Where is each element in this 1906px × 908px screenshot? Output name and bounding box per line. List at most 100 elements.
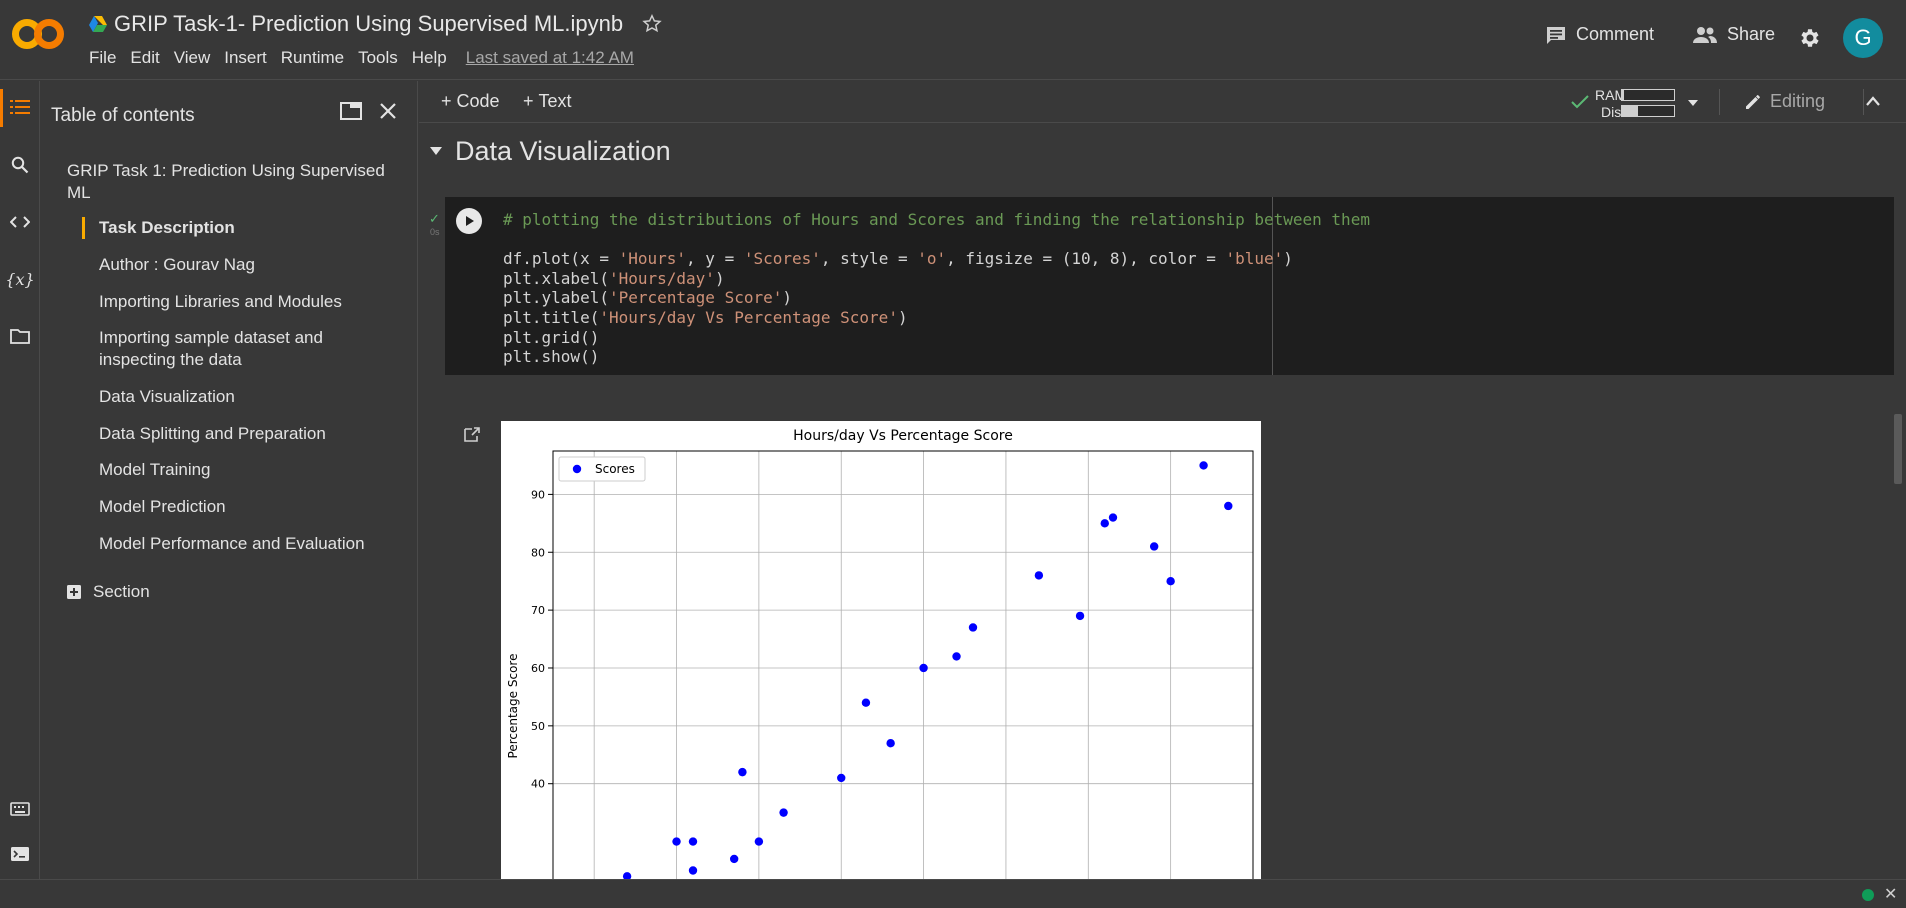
- pencil-icon: [1744, 93, 1762, 111]
- connection-status-dot: [1862, 889, 1874, 901]
- toolbar-divider: [1719, 89, 1720, 115]
- open-in-tab-icon[interactable]: [338, 98, 364, 124]
- add-section-button[interactable]: Section: [67, 581, 150, 603]
- toc-item-data-splitting[interactable]: Data Splitting and Preparation: [99, 423, 399, 445]
- chevron-down-icon[interactable]: [1687, 99, 1699, 107]
- plus-icon: +: [523, 91, 534, 111]
- toc-active-indicator: [82, 217, 85, 239]
- code-token: ): [714, 268, 725, 288]
- toc-item-data-visualization[interactable]: Data Visualization: [99, 386, 399, 408]
- legend-marker: [572, 464, 582, 474]
- plot-output: 40 50 60 70 80 90 Hours/day Vs Percentage Scor…: [501, 421, 1261, 881]
- data-point: [1149, 542, 1159, 551]
- data-point: [779, 808, 788, 817]
- menu-view[interactable]: View: [167, 48, 218, 68]
- add-text-label: Text: [538, 91, 572, 111]
- toc-item-importing-libraries[interactable]: Importing Libraries and Modules: [99, 291, 399, 313]
- section-title: Data Visualization: [455, 135, 671, 166]
- y-tick-label: 80: [531, 546, 545, 559]
- code-editor[interactable]: # plotting the distributions of Hours an…: [503, 210, 1370, 367]
- drive-icon: [88, 15, 108, 33]
- toc-item-model-performance[interactable]: Model Performance and Evaluation: [99, 533, 399, 555]
- search-icon[interactable]: [8, 153, 32, 177]
- share-button[interactable]: Share: [1692, 24, 1775, 45]
- y-axis-label: Percentage Score: [506, 654, 520, 759]
- toc-item-model-training[interactable]: Model Training: [99, 459, 399, 481]
- user-avatar[interactable]: G: [1843, 18, 1883, 58]
- data-point: [861, 698, 871, 707]
- code-token: plt.title(: [503, 307, 600, 327]
- data-point: [919, 663, 928, 673]
- code-token: ): [782, 288, 792, 308]
- menu-runtime[interactable]: Runtime: [274, 48, 351, 68]
- ram-bar-fill: [1622, 90, 1625, 100]
- toc-item-task-description[interactable]: Task Description: [99, 217, 399, 239]
- data-point: [1034, 571, 1044, 580]
- comment-icon: [1545, 25, 1567, 45]
- share-label: Share: [1727, 24, 1776, 44]
- y-tick-label: 40: [531, 778, 545, 791]
- settings-button[interactable]: [1797, 26, 1821, 50]
- collapse-header-icon[interactable]: [1865, 95, 1881, 107]
- run-cell-button[interactable]: [456, 208, 482, 234]
- code-snippets-icon[interactable]: [8, 210, 32, 234]
- code-string: 'blue': [1225, 249, 1284, 269]
- add-text-button[interactable]: + Text: [523, 91, 572, 112]
- variables-icon[interactable]: {x}: [5, 267, 34, 291]
- editing-label: Editing: [1770, 91, 1826, 111]
- colab-logo[interactable]: [10, 14, 66, 54]
- code-token: df.plot(x =: [503, 249, 619, 269]
- data-point: [952, 652, 961, 661]
- code-token: ): [897, 307, 908, 327]
- toc-panel: Table of contents GRIP Task 1: Predictio…: [41, 81, 418, 879]
- notebook-title[interactable]: GRIP Task-1- Prediction Using Supervised…: [114, 11, 623, 37]
- data-point: [672, 837, 681, 846]
- data-point: [837, 773, 846, 783]
- app-header: GRIP Task-1- Prediction Using Supervised…: [0, 0, 1906, 80]
- toc-item-grip-task[interactable]: GRIP Task 1: Prediction Using Supervised…: [67, 160, 407, 204]
- code-token: , figsize = (10, 8), color =: [946, 249, 1226, 269]
- status-close-icon[interactable]: ✕: [1884, 884, 1897, 904]
- files-icon[interactable]: [8, 324, 32, 348]
- menu-help[interactable]: Help: [405, 48, 454, 68]
- toc-item-importing-dataset[interactable]: Importing sample dataset and inspecting …: [99, 327, 399, 371]
- star-icon[interactable]: [641, 13, 663, 35]
- data-point: [688, 866, 698, 875]
- code-string: 'o': [917, 249, 947, 269]
- add-code-button[interactable]: + Code: [441, 91, 500, 112]
- keyboard-icon[interactable]: [8, 797, 32, 821]
- toc-item-author[interactable]: Author : Gourav Nag: [99, 254, 399, 276]
- resources-indicator[interactable]: RAM Disk: [1551, 83, 1711, 121]
- left-rail: {x}: [0, 81, 40, 879]
- plus-icon: +: [441, 91, 452, 111]
- code-token: ): [1283, 249, 1293, 269]
- notebook-toolbar: + Code + Text RAM Disk Editing: [419, 81, 1906, 123]
- notebook-scrollbar[interactable]: [1894, 414, 1902, 484]
- axes-frame: [552, 450, 1254, 881]
- toc-icon[interactable]: [8, 95, 32, 119]
- data-point: [1199, 461, 1208, 470]
- code-string: 'Hours/day': [608, 268, 715, 288]
- legend-label: Scores: [595, 462, 635, 476]
- menu-file[interactable]: File: [82, 48, 123, 68]
- terminal-icon[interactable]: [8, 842, 32, 866]
- code-comment: # plotting the distributions of Hours an…: [503, 210, 1370, 229]
- menu-insert[interactable]: Insert: [217, 48, 274, 68]
- connected-check-icon: [1571, 95, 1589, 109]
- y-tick-label: 60: [531, 662, 545, 675]
- editing-mode-button[interactable]: Editing: [1744, 91, 1825, 112]
- toc-item-model-prediction[interactable]: Model Prediction: [99, 496, 399, 518]
- add-section-label: Section: [93, 582, 150, 601]
- output-actions-icon[interactable]: [463, 426, 481, 444]
- last-saved-link[interactable]: Last saved at 1:42 AM: [466, 48, 634, 68]
- collapse-section-icon[interactable]: [429, 146, 443, 156]
- menu-tools[interactable]: Tools: [351, 48, 405, 68]
- data-point: [968, 623, 978, 632]
- ram-bar: [1621, 89, 1675, 101]
- toolbar-divider-2: [1863, 89, 1864, 115]
- code-string: 'Hours/day Vs Percentage Score': [599, 307, 898, 327]
- close-icon[interactable]: [375, 98, 401, 124]
- menu-edit[interactable]: Edit: [123, 48, 166, 68]
- comment-button[interactable]: Comment: [1545, 24, 1654, 45]
- code-cell[interactable]: ✓ 0s # plotting the distributions of Hou…: [429, 197, 1894, 375]
